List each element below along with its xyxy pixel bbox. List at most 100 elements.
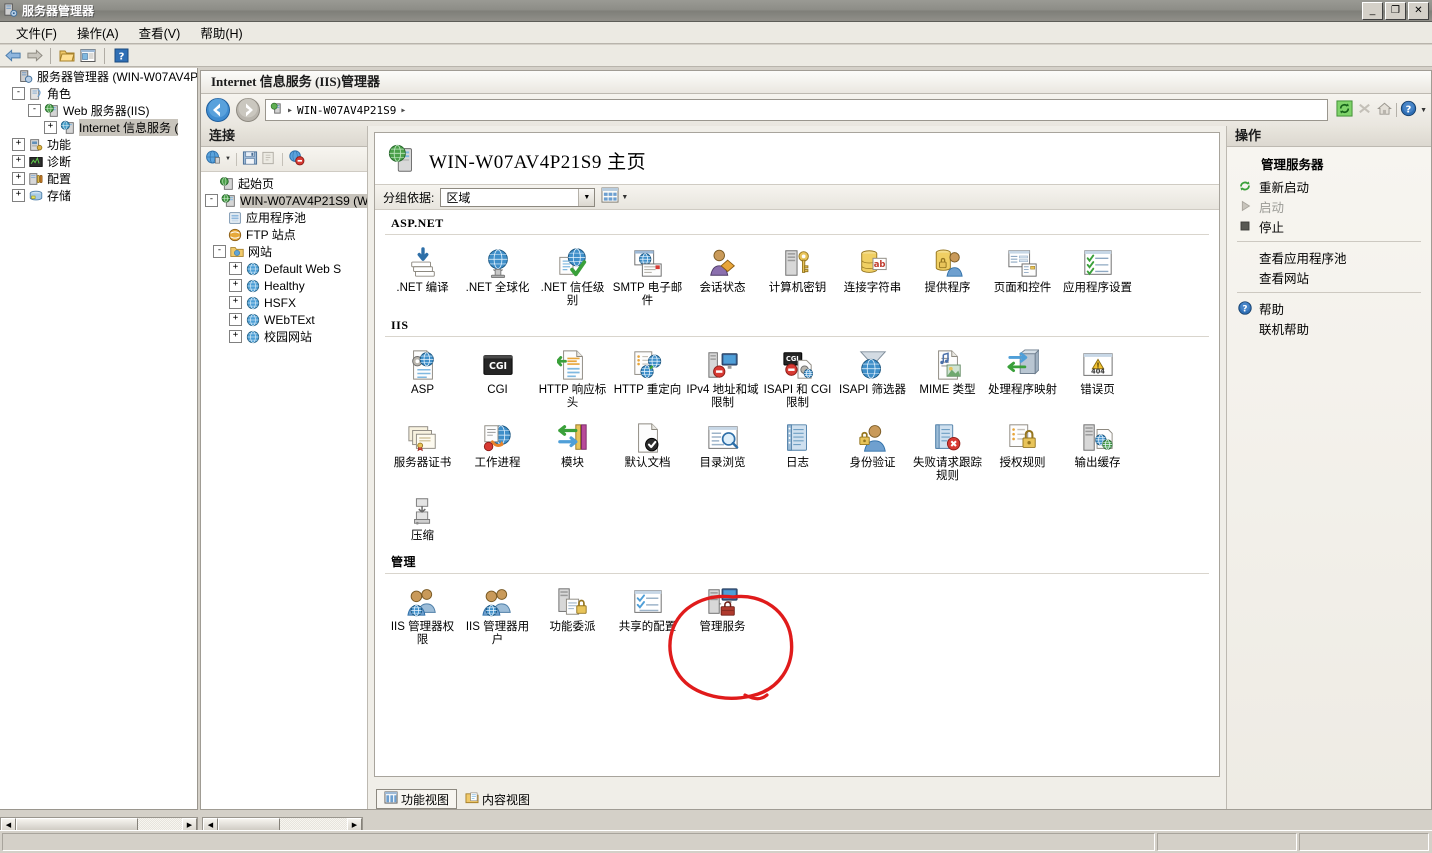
home-icon[interactable]: [1376, 100, 1393, 120]
collapse-toggle-icon[interactable]: -: [12, 87, 25, 100]
maximize-button[interactable]: ❐: [1385, 2, 1406, 20]
feature-item[interactable]: HTTP 响应标头: [535, 341, 610, 414]
feature-item[interactable]: MIME 类型: [910, 341, 985, 414]
mmc-tree-node[interactable]: + Internet 信息服务 (: [0, 119, 197, 136]
mmc-tree-node[interactable]: + 诊断: [0, 153, 197, 170]
tab-content-view[interactable]: 内容视图: [457, 789, 538, 809]
feature-item[interactable]: 管理服务: [685, 578, 760, 651]
action-item[interactable]: 停止: [1227, 216, 1431, 236]
save-connections-icon[interactable]: [242, 150, 258, 169]
feature-item[interactable]: 输出缓存: [1060, 414, 1135, 487]
delete-connection-icon[interactable]: [288, 149, 305, 169]
feature-item[interactable]: 工作进程: [460, 414, 535, 487]
help-question-icon[interactable]: ?: [112, 47, 130, 65]
properties-window-icon[interactable]: [79, 47, 97, 65]
expand-toggle-icon[interactable]: +: [12, 155, 25, 168]
feature-item[interactable]: 日志: [760, 414, 835, 487]
collapse-toggle-icon[interactable]: -: [213, 245, 226, 258]
tab-features-view[interactable]: 功能视图: [376, 789, 458, 809]
feature-item[interactable]: 功能委派: [535, 578, 610, 651]
feature-item[interactable]: HTTP 重定向: [610, 341, 685, 414]
menu-action[interactable]: 操作(A): [67, 21, 129, 44]
expand-toggle-icon[interactable]: +: [229, 296, 242, 309]
feature-item[interactable]: IPv4 地址和域限制: [685, 341, 760, 414]
collapse-toggle-icon[interactable]: -: [205, 194, 218, 207]
expand-toggle-icon[interactable]: +: [229, 262, 242, 275]
minimize-button[interactable]: _: [1362, 2, 1383, 20]
connections-tree[interactable]: 起始页 - WIN-W07AV4P21S9 (WIN 应用程序池 FTP 站点 - 网站 + D…: [201, 172, 367, 809]
feature-item[interactable]: .NET 全球化: [460, 239, 535, 312]
expand-toggle-icon[interactable]: +: [12, 189, 25, 202]
connection-tree-node[interactable]: + WEbTExt: [201, 311, 367, 328]
view-mode-button[interactable]: ▼: [601, 187, 628, 207]
connection-tree-node[interactable]: FTP 站点: [201, 226, 367, 243]
mmc-scope-tree[interactable]: 服务器管理器 (WIN-W07AV4P21S-角色-Web 服务器(IIS)+I…: [0, 68, 198, 810]
feature-item[interactable]: ISAPI 筛选器: [835, 341, 910, 414]
connection-tree-node[interactable]: 应用程序池: [201, 209, 367, 226]
dropdown-arrow-icon[interactable]: ▼: [1420, 107, 1427, 114]
feature-item[interactable]: ASP: [385, 341, 460, 414]
feature-item[interactable]: 压缩: [385, 487, 460, 547]
feature-item[interactable]: 页面和控件: [985, 239, 1060, 312]
expand-toggle-icon[interactable]: +: [12, 138, 25, 151]
connection-tree-node[interactable]: + Healthy: [201, 277, 367, 294]
expand-toggle-icon[interactable]: +: [229, 330, 242, 343]
expand-toggle-icon[interactable]: +: [229, 279, 242, 292]
feature-item[interactable]: .NET 编译: [385, 239, 460, 312]
feature-item[interactable]: 应用程序设置: [1060, 239, 1135, 312]
connection-tree-node[interactable]: - 网站: [201, 243, 367, 260]
menu-help[interactable]: 帮助(H): [190, 21, 252, 44]
mmc-tree-node[interactable]: - Web 服务器(IIS): [0, 102, 197, 119]
connection-tree-node[interactable]: - WIN-W07AV4P21S9 (WIN: [201, 192, 367, 209]
group-by-select[interactable]: 区域 ▼: [440, 187, 596, 207]
help-icon[interactable]: ?: [1400, 100, 1417, 120]
connect-to-icon[interactable]: [205, 149, 222, 169]
grouping-view-icon[interactable]: [601, 187, 619, 207]
breadcrumb-server[interactable]: WIN-W07AV4P21S9: [297, 104, 396, 117]
feature-item[interactable]: 共享的配置: [610, 578, 685, 651]
feature-item[interactable]: 处理程序映射: [985, 341, 1060, 414]
iis-back-button[interactable]: [205, 97, 231, 123]
feature-item[interactable]: 会话状态: [685, 239, 760, 312]
chevron-down-icon[interactable]: ▼: [578, 188, 595, 206]
expand-toggle-icon[interactable]: +: [44, 121, 57, 134]
feature-item[interactable]: IIS 管理器权限: [385, 578, 460, 651]
action-item[interactable]: 查看应用程序池: [1227, 247, 1431, 267]
feature-item[interactable]: ab 连接字符串: [835, 239, 910, 312]
action-item[interactable]: ? 帮助: [1227, 298, 1431, 318]
feature-item[interactable]: 默认文档: [610, 414, 685, 487]
iis-forward-button[interactable]: [235, 97, 261, 123]
refresh-icon[interactable]: [1336, 100, 1353, 120]
connection-tree-node[interactable]: + Default Web S: [201, 260, 367, 277]
menu-view[interactable]: 查看(V): [129, 21, 191, 44]
connection-tree-node[interactable]: + 校园网站: [201, 328, 367, 345]
feature-item[interactable]: IIS 管理器用户: [460, 578, 535, 651]
action-item[interactable]: 重新启动: [1227, 176, 1431, 196]
action-item[interactable]: 查看网站: [1227, 267, 1431, 287]
feature-item[interactable]: 模块: [535, 414, 610, 487]
mmc-tree-node[interactable]: + 配置: [0, 170, 197, 187]
back-arrow-icon[interactable]: [4, 47, 22, 65]
dropdown-arrow-icon[interactable]: ▼: [225, 156, 231, 162]
mmc-tree-node[interactable]: + 功能: [0, 136, 197, 153]
connection-tree-node[interactable]: + HSFX: [201, 294, 367, 311]
feature-item[interactable]: 授权规则: [985, 414, 1060, 487]
feature-item[interactable]: 服务器证书: [385, 414, 460, 487]
feature-item[interactable]: .NET 信任级别: [535, 239, 610, 312]
address-breadcrumb-box[interactable]: ▸ WIN-W07AV4P21S9 ▸: [265, 99, 1329, 121]
feature-item[interactable]: CGI ISAPI 和 CGI 限制: [760, 341, 835, 414]
chevron-down-icon[interactable]: ▼: [621, 194, 628, 201]
mmc-tree-node[interactable]: 服务器管理器 (WIN-W07AV4P21S: [0, 68, 197, 85]
expand-toggle-icon[interactable]: +: [229, 313, 242, 326]
feature-item[interactable]: 目录浏览: [685, 414, 760, 487]
feature-item[interactable]: 计算机密钥: [760, 239, 835, 312]
feature-item[interactable]: SMTP 电子邮件: [610, 239, 685, 312]
feature-item[interactable]: 身份验证: [835, 414, 910, 487]
action-item[interactable]: 联机帮助: [1227, 318, 1431, 338]
mmc-tree-node[interactable]: + 存储: [0, 187, 197, 204]
feature-item[interactable]: 提供程序: [910, 239, 985, 312]
expand-toggle-icon[interactable]: +: [12, 172, 25, 185]
collapse-toggle-icon[interactable]: -: [28, 104, 41, 117]
connection-tree-node[interactable]: 起始页: [201, 175, 367, 192]
menu-file[interactable]: 文件(F): [6, 21, 67, 44]
